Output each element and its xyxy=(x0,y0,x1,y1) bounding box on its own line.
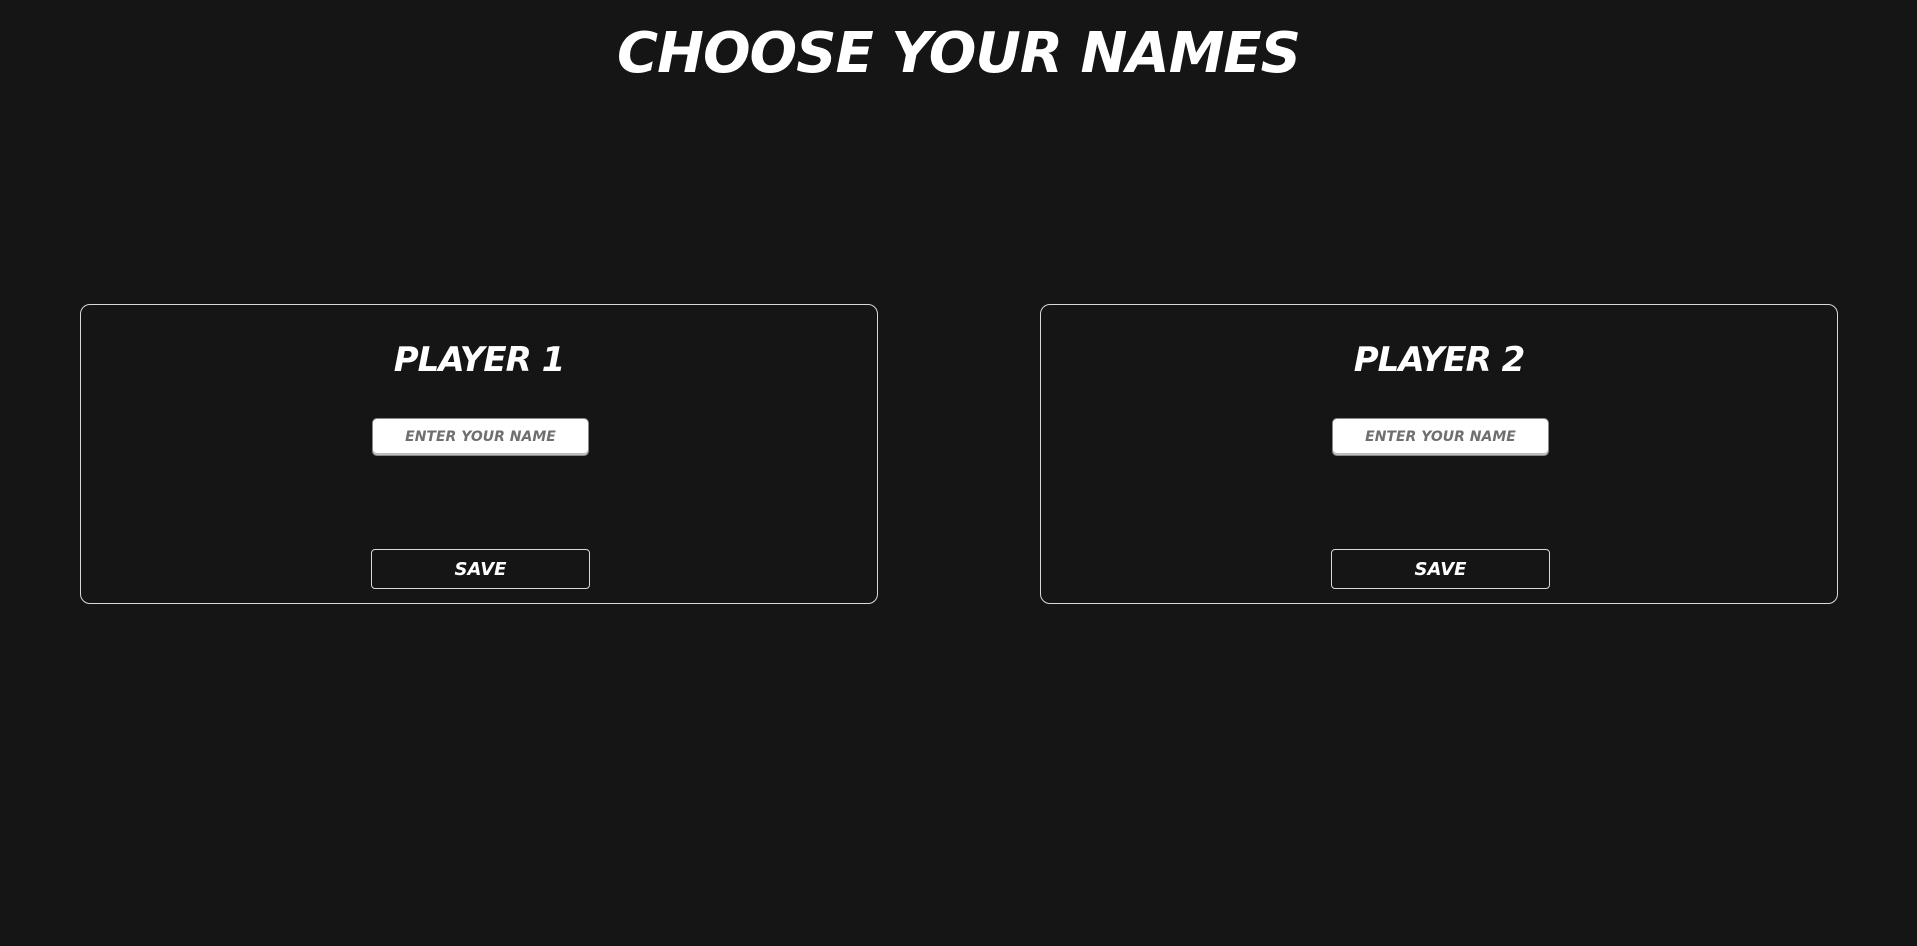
player-2-card: PLAYER 2 SAVE xyxy=(1040,304,1838,604)
player-2-title: PLAYER 2 xyxy=(1353,340,1526,380)
player-1-card: PLAYER 1 SAVE xyxy=(80,304,878,604)
player-1-name-input[interactable] xyxy=(372,418,589,456)
player-2-name-input[interactable] xyxy=(1332,418,1549,456)
player-1-title: PLAYER 1 xyxy=(393,340,566,380)
page-title: CHOOSE YOUR NAMES xyxy=(616,21,1301,86)
player-2-save-button[interactable]: SAVE xyxy=(1331,549,1550,589)
player-1-save-button[interactable]: SAVE xyxy=(371,549,590,589)
